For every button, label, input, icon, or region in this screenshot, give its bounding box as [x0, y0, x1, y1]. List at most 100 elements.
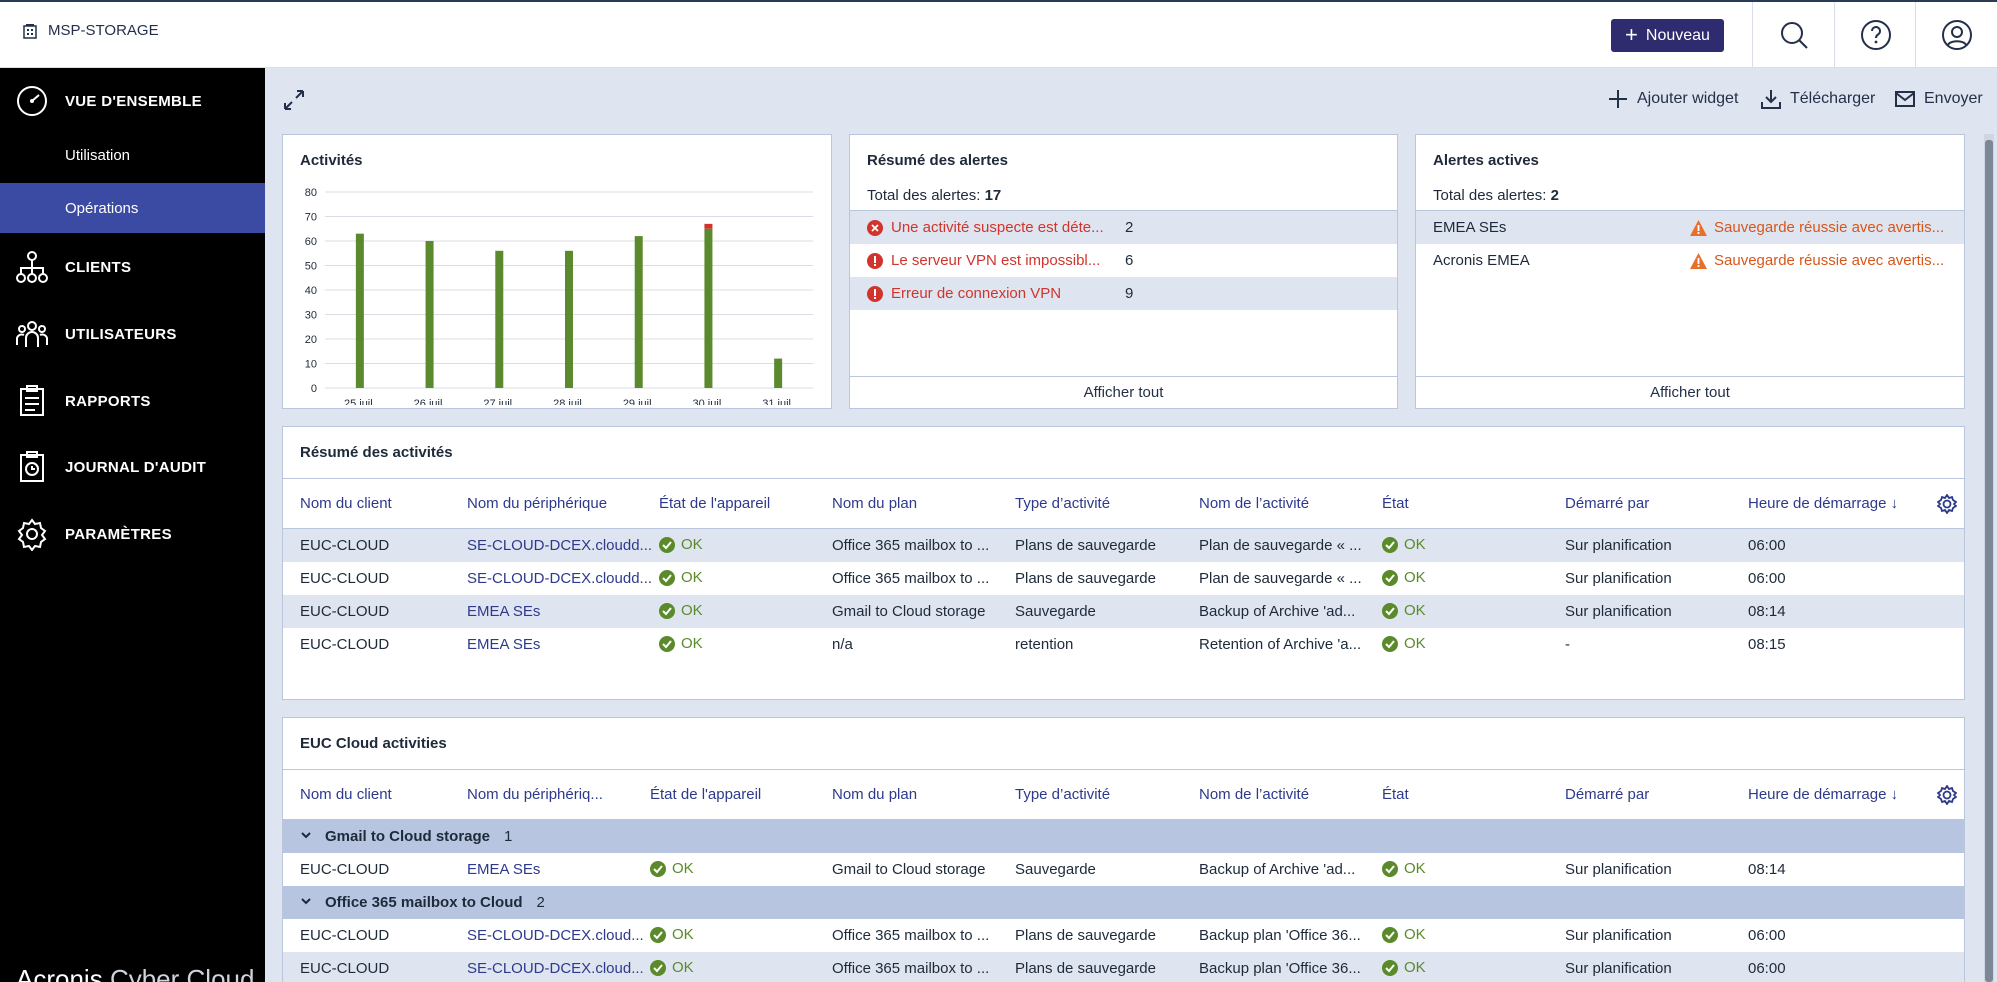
alert-row[interactable]: Une activité suspecte est déte... 2: [850, 211, 1397, 244]
ok-text: OK: [1404, 959, 1426, 976]
bar-success[interactable]: [355, 233, 364, 388]
ok-text: OK: [1404, 536, 1426, 553]
table-row[interactable]: EUC-CLOUD EMEA SEs OK Gmail to Cloud storag…: [283, 595, 1964, 628]
cell-start-time: 06:00: [1748, 960, 1786, 977]
alert-count: 2: [1125, 219, 1134, 236]
scrollbar-thumb[interactable]: [1985, 140, 1993, 982]
column-header-status[interactable]: État: [1382, 786, 1409, 803]
active-alert-row[interactable]: Acronis EMEA Sauvegarde réussie avec ave…: [1416, 244, 1964, 277]
column-header-plan-name[interactable]: Nom du plan: [832, 786, 917, 803]
show-all-active-alerts-button[interactable]: Afficher tout: [1416, 376, 1964, 408]
column-header-client-name[interactable]: Nom du client: [300, 786, 392, 803]
column-header-device-state[interactable]: État de l'appareil: [650, 786, 761, 803]
alert-row[interactable]: Erreur de connexion VPN 9: [850, 277, 1397, 310]
bar-success[interactable]: [425, 241, 434, 388]
cell-plan-name: Office 365 mailbox to ...: [832, 537, 990, 554]
nav-settings[interactable]: PARAMÈTRES: [0, 509, 265, 559]
cell-device-name[interactable]: EMEA SEs: [467, 861, 540, 878]
cell-device-name[interactable]: EMEA SEs: [467, 636, 540, 653]
alert-count: 9: [1125, 285, 1134, 302]
nav-audit-log[interactable]: JOURNAL D'AUDIT: [0, 442, 265, 492]
bar-error[interactable]: [704, 223, 713, 229]
column-header-device-state[interactable]: État de l'appareil: [659, 495, 770, 512]
x-tick-label: 30 juil.: [693, 398, 725, 405]
table-row[interactable]: EUC-CLOUD SE-CLOUD-DCEX.cloud... OK Office …: [283, 919, 1964, 952]
bar-success[interactable]: [774, 358, 783, 388]
column-header-activity-name[interactable]: Nom de l’activité: [1199, 786, 1309, 803]
column-header-activity-type[interactable]: Type d’activité: [1015, 786, 1110, 803]
cell-start-time: 06:00: [1748, 537, 1786, 554]
column-settings-gear-icon[interactable]: [1936, 493, 1958, 515]
column-header-start-time[interactable]: Heure de démarrage ↓: [1748, 786, 1898, 803]
column-header-started-by[interactable]: Démarré par: [1565, 786, 1649, 803]
column-header-activity-type[interactable]: Type d’activité: [1015, 495, 1110, 512]
search-button[interactable]: [1752, 2, 1834, 68]
nav-usage[interactable]: Utilisation: [0, 130, 265, 180]
tenant-name: MSP-STORAGE: [48, 22, 159, 39]
dashboard-icon: [14, 83, 50, 119]
column-header-status[interactable]: État: [1382, 495, 1409, 512]
column-settings-gear-icon[interactable]: [1936, 784, 1958, 806]
product-logo: Acronis Cyber Cloud: [16, 964, 254, 982]
cell-device-name[interactable]: EMEA SEs: [467, 603, 540, 620]
show-all-alerts-button[interactable]: Afficher tout: [850, 376, 1397, 408]
active-alerts-widget: Alertes actives Total des alertes: 2 EME…: [1415, 134, 1965, 409]
ok-text: OK: [1404, 860, 1426, 877]
nav-reports[interactable]: RAPPORTS: [0, 376, 265, 426]
column-header-start-time[interactable]: Heure de démarrage ↓: [1748, 495, 1898, 512]
nav-overview[interactable]: VUE D'ENSEMBLE: [0, 76, 265, 126]
table-row[interactable]: EUC-CLOUD SE-CLOUD-DCEX.cloudd... OK Office…: [283, 529, 1964, 562]
table-row[interactable]: EUC-CLOUD EMEA SEs OK Gmail to Cloud storag…: [283, 853, 1964, 886]
column-header-started-by[interactable]: Démarré par: [1565, 495, 1649, 512]
column-header-activity-name[interactable]: Nom de l’activité: [1199, 495, 1309, 512]
add-widget-button[interactable]: Ajouter widget: [1607, 88, 1738, 110]
table-row[interactable]: EUC-CLOUD SE-CLOUD-DCEX.cloud... OK Office …: [283, 952, 1964, 982]
column-header-plan-name[interactable]: Nom du plan: [832, 495, 917, 512]
cell-device-state: OK: [650, 926, 694, 943]
expand-icon[interactable]: [282, 88, 306, 112]
help-button[interactable]: [1834, 2, 1916, 68]
nav-users-label: UTILISATEURS: [65, 325, 177, 343]
building-icon: [23, 23, 37, 39]
new-button[interactable]: + Nouveau: [1611, 19, 1724, 52]
y-tick-label: 80: [305, 187, 317, 199]
bar-success[interactable]: [565, 250, 573, 388]
chevron-down-icon[interactable]: [300, 894, 312, 911]
alert-text: Le serveur VPN est impossibl...: [891, 252, 1101, 269]
column-header-device-name[interactable]: Nom du périphérique: [467, 495, 607, 512]
send-button[interactable]: Envoyer: [1894, 88, 1983, 110]
nav-operations[interactable]: Opérations: [0, 183, 265, 233]
cell-device-name[interactable]: SE-CLOUD-DCEX.cloud...: [467, 960, 644, 977]
table-row[interactable]: EUC-CLOUD SE-CLOUD-DCEX.cloudd... OK Office…: [283, 562, 1964, 595]
y-tick-label: 30: [305, 310, 317, 322]
cell-started-by: Sur planification: [1565, 960, 1672, 977]
cell-device-name[interactable]: SE-CLOUD-DCEX.cloud...: [467, 927, 644, 944]
bar-success[interactable]: [634, 236, 643, 388]
cell-device-name[interactable]: SE-CLOUD-DCEX.cloudd...: [467, 537, 652, 554]
group-header-row[interactable]: Office 365 mailbox to Cloud 2: [283, 886, 1964, 919]
euc-activities-header: Nom du client Nom du périphériq... État de…: [283, 770, 1964, 820]
active-alerts-total-label: Total des alertes:: [1433, 187, 1551, 204]
account-button[interactable]: [1915, 2, 1997, 68]
chevron-down-icon[interactable]: [300, 828, 312, 845]
group-header-row[interactable]: Gmail to Cloud storage 1: [283, 820, 1964, 853]
download-button[interactable]: Télécharger: [1760, 88, 1875, 110]
ok-text: OK: [1404, 569, 1426, 586]
column-header-client-name[interactable]: Nom du client: [300, 495, 392, 512]
plus-icon: [1609, 90, 1627, 108]
cell-status: OK: [1382, 926, 1426, 943]
ok-text: OK: [681, 635, 703, 652]
active-alert-source: EMEA SEs: [1433, 219, 1507, 236]
bar-success[interactable]: [704, 228, 713, 388]
table-row[interactable]: EUC-CLOUD EMEA SEs OK n/a retention Retention…: [283, 628, 1964, 661]
active-alert-row[interactable]: EMEA SEs Sauvegarde réussie avec avertis…: [1416, 211, 1964, 244]
cell-device-name[interactable]: SE-CLOUD-DCEX.cloudd...: [467, 570, 652, 587]
column-header-device-name[interactable]: Nom du périphériq...: [467, 786, 603, 803]
nav-clients[interactable]: CLIENTS: [0, 242, 265, 292]
check-circle-icon: [659, 602, 675, 619]
bar-success[interactable]: [495, 250, 504, 388]
tenant-switcher[interactable]: MSP-STORAGE: [22, 22, 159, 39]
alert-row[interactable]: Le serveur VPN est impossibl... 6: [850, 244, 1397, 277]
nav-users[interactable]: UTILISATEURS: [0, 309, 265, 359]
activity-summary-title: Résumé des activités: [300, 444, 453, 461]
